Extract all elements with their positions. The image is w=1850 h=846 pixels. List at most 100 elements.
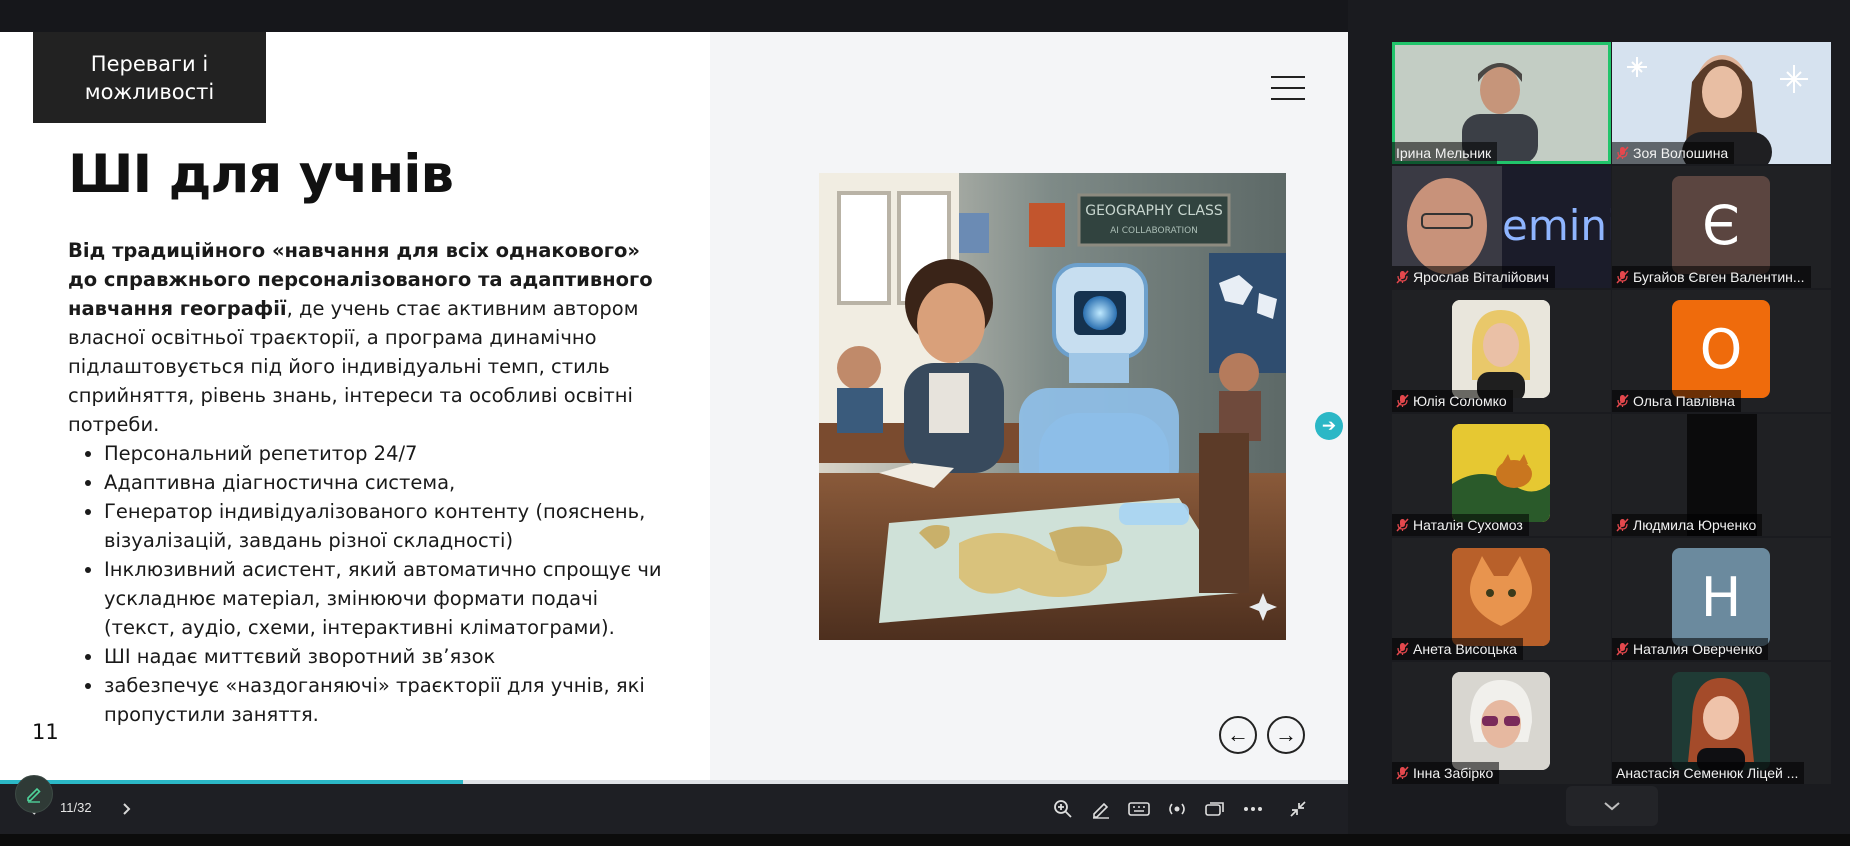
participant-avatar: Є [1672,176,1770,274]
participant-tile[interactable]: Ірина Мельник [1392,42,1611,164]
participant-name-bar: Інна Забірко [1392,762,1500,784]
next-slide-button[interactable]: → [1267,716,1305,754]
participant-avatar: Н [1672,548,1770,646]
participant-tile[interactable]: Є Бугайов Євген Валентин... [1612,166,1831,288]
avatar-photo [1452,300,1550,398]
board-text-2: AI COLLABORATION [1110,226,1198,236]
participant-name-bar: Ольга Павлівна [1612,390,1741,412]
bullet-item: забезпечує «наздоганяючі» траєкторії для… [104,671,668,729]
mic-muted-icon [1616,642,1629,656]
participant-name-bar: Ірина Мельник [1392,142,1498,164]
mic-muted-icon [1616,146,1629,160]
top-bar [0,0,1348,32]
next-page-button[interactable] [113,796,139,822]
participant-name: Анета Висоцька [1413,641,1517,657]
participant-name-bar: Бугайов Євген Валентин... [1612,266,1811,288]
bullet-item: Адаптивна діагностична система, [104,468,668,497]
participant-name: Ірина Мельник [1396,145,1492,161]
participant-name: Ольга Павлівна [1633,393,1735,409]
mic-muted-icon [1396,518,1409,532]
avatar-photo [1672,672,1770,770]
zoom-in-icon [1054,800,1072,818]
participant-tile[interactable]: Людмила Юрченко [1612,414,1831,536]
participant-tile[interactable]: Анета Висоцька [1392,538,1611,660]
participant-tile[interactable]: emini Ярослав Віталійович [1392,166,1611,288]
participant-tile[interactable]: Юлія Соломко [1392,290,1611,412]
participant-name-bar: Ярослав Віталійович [1392,266,1555,288]
participant-name: Бугайов Євген Валентин... [1633,269,1805,285]
bullet-item: Персональний репетитор 24/7 [104,439,668,468]
participant-name: Анастасія Семенюк Ліцей ... [1616,765,1799,781]
section-tab: Переваги і можливості [33,32,266,123]
participant-tile[interactable]: Зоя Волошина [1612,42,1831,164]
more-icon [1244,807,1262,811]
participant-name: Ярослав Віталійович [1413,269,1549,285]
broadcast-icon [1169,803,1185,815]
keyboard-button[interactable] [1126,796,1152,822]
participant-name-bar: Наталия Оверченко [1612,638,1769,660]
participant-avatar [1452,300,1550,398]
avatar-photo [1452,424,1550,522]
avatar-photo [1452,548,1550,646]
video-overlay-text: emini [1502,201,1611,250]
mic-muted-icon [1396,642,1409,656]
chevron-down-icon [1604,802,1620,811]
avatar-photo [1452,672,1550,770]
mic-muted-icon [1616,394,1629,408]
bottom-strip [0,834,1850,846]
menu-icon[interactable] [1271,74,1305,102]
participant-avatar [1672,672,1770,770]
annotate-icon [1093,802,1109,819]
participant-tile[interactable]: Інна Забірко [1392,662,1611,784]
participant-name-bar: Анастасія Семенюк Ліцей ... [1612,762,1805,784]
exit-fullscreen-icon [1290,801,1306,817]
annotate-button[interactable] [1088,796,1114,822]
broadcast-button[interactable] [1164,796,1190,822]
keyboard-icon [1128,802,1150,816]
bullet-item: ШІ надає миттєвий зворотний зв’язок [104,642,668,671]
participant-name-bar: Юлія Соломко [1392,390,1513,412]
exit-fullscreen-button[interactable] [1285,796,1311,822]
slide-page-number: 11 [32,720,59,744]
screens-button[interactable] [1202,796,1228,822]
pen-icon [27,787,41,803]
expand-panel-icon[interactable]: ➔ [1315,412,1343,440]
participant-avatar: О [1672,300,1770,398]
participant-name: Зоя Волошина [1633,145,1729,161]
participant-name-bar: Зоя Волошина [1612,142,1735,164]
zoom-in-button[interactable] [1050,796,1076,822]
participant-tile[interactable]: О Ольга Павлівна [1612,290,1831,412]
bullet-item: Інклюзивний асистент, який автоматично с… [104,555,668,642]
participant-name-bar: Наталія Сухомоз [1392,514,1529,536]
more-button[interactable] [1240,796,1266,822]
screens-icon [1205,802,1224,816]
mic-muted-icon [1396,270,1409,284]
participant-name-bar: Анета Висоцька [1392,638,1523,660]
bullet-item: Генератор індивідуалізованого контенту (… [104,497,668,555]
presentation-toolbar: 11/32 [0,784,1348,834]
prev-slide-button[interactable]: ← [1219,716,1257,754]
mic-muted-icon [1616,270,1629,284]
participant-avatar [1452,424,1550,522]
participant-name: Людмила Юрченко [1633,517,1757,533]
slide-body: Від традиційного «навчання для всіх одна… [68,236,668,729]
mic-muted-icon [1616,518,1629,532]
board-text-1: GEOGRAPHY CLASS [1085,203,1223,219]
participant-name: Юлія Соломко [1413,393,1507,409]
participant-tile[interactable]: Анастасія Семенюк Ліцей ... [1612,662,1831,784]
page-counter: 11/32 [60,800,92,815]
participant-tile[interactable]: Н Наталия Оверченко [1612,538,1831,660]
participant-tile[interactable]: Наталія Сухомоз [1392,414,1611,536]
gallery-scroll-down-button[interactable] [1566,786,1658,826]
participant-name: Наталия Оверченко [1633,641,1763,657]
bullet-list: Персональний репетитор 24/7 Адаптивна ді… [68,439,668,729]
intro-paragraph: Від традиційного «навчання для всіх одна… [68,236,668,439]
chevron-right-icon [123,803,131,815]
pen-tool-button[interactable] [15,775,53,813]
slide-title: ШІ для учнів [68,144,454,205]
participant-avatar [1452,672,1550,770]
participant-name: Наталія Сухомоз [1413,517,1523,533]
mic-muted-icon [1396,766,1409,780]
participant-name-bar: Людмила Юрченко [1612,514,1763,536]
participant-avatar [1452,548,1550,646]
